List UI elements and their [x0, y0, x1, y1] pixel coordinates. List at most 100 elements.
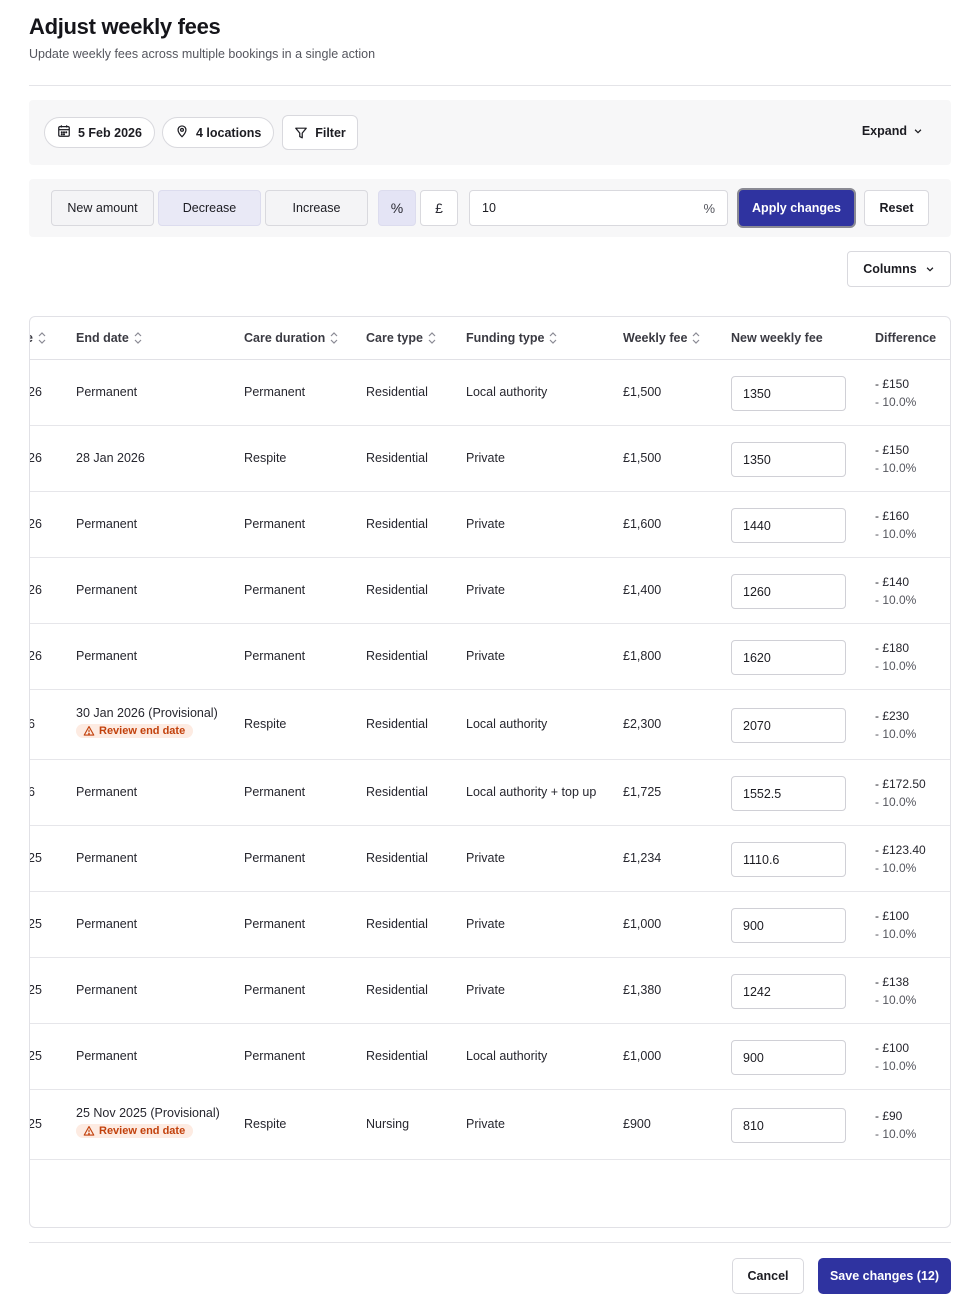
cell-care-type: Residential — [366, 1049, 428, 1063]
new-weekly-fee-input[interactable]: 900 — [731, 1040, 846, 1075]
adjust-amount-input[interactable]: 10 % — [469, 190, 728, 226]
cell-difference: - £140 - 10.0% — [875, 573, 916, 609]
difference-percent: - 10.0% — [875, 727, 917, 741]
mode-increase-button[interactable]: Increase — [265, 190, 368, 226]
sort-icon — [330, 332, 338, 344]
new-weekly-fee-input[interactable]: 1350 — [731, 376, 846, 411]
cell-partial-date: 25 — [29, 983, 42, 997]
difference-amount: - £172.50 — [875, 777, 926, 791]
locations-label: 4 locations — [196, 125, 262, 140]
cell-weekly-fee: £1,500 — [623, 451, 662, 465]
locations-pill[interactable]: 4 locations — [162, 117, 275, 148]
save-changes-button[interactable]: Save changes (12) — [818, 1258, 951, 1294]
new-weekly-fee-input[interactable]: 1552.5 — [731, 776, 846, 811]
table-row: 25 Permanent Permanent Residential Private £1… — [30, 826, 950, 892]
cell-funding-type: Private — [466, 983, 505, 997]
sort-icon — [550, 332, 557, 344]
mode-new-amount-button[interactable]: New amount — [51, 190, 154, 226]
difference-percent: - 10.0% — [875, 395, 917, 409]
column-header-funding-type[interactable]: Funding type — [466, 331, 557, 345]
column-header-care-type[interactable]: Care type — [366, 331, 436, 345]
top-divider — [29, 85, 951, 86]
amount-value: 10 — [482, 201, 496, 215]
cell-funding-type: Private — [466, 451, 505, 465]
cell-partial-date: 25 — [29, 1117, 42, 1131]
mode-decrease-button[interactable]: Decrease — [158, 190, 261, 226]
difference-percent: - 10.0% — [875, 861, 917, 875]
sort-icon — [38, 332, 46, 344]
cell-partial-date: 26 — [29, 583, 42, 597]
new-weekly-fee-input[interactable]: 1242 — [731, 974, 846, 1009]
expand-button[interactable]: Expand — [862, 124, 923, 138]
new-weekly-fee-value: 1242 — [743, 984, 771, 999]
difference-amount: - £150 — [875, 443, 910, 457]
cell-end-date: Permanent — [76, 517, 138, 531]
column-header-end-date[interactable]: End date — [76, 331, 142, 345]
cell-funding-type: Local authority — [466, 717, 548, 731]
cell-funding-type: Private — [466, 583, 505, 597]
cell-end-date: Permanent — [76, 649, 138, 663]
cell-care-type: Residential — [366, 917, 428, 931]
new-weekly-fee-value: 1110.6 — [743, 852, 780, 867]
cell-funding-type: Private — [466, 1117, 505, 1131]
difference-percent: - 10.0% — [875, 993, 917, 1007]
cell-partial-date: 25 — [29, 917, 42, 931]
cell-end-date: 28 Jan 2026 — [76, 451, 145, 465]
cell-weekly-fee: £1,000 — [623, 917, 662, 931]
new-weekly-fee-value: 2070 — [743, 718, 771, 733]
column-header-difference: Difference — [875, 331, 936, 345]
review-badge-label: Review end date — [99, 725, 186, 737]
unit-percent-button[interactable]: % — [378, 190, 416, 226]
fees-table: e End date Care duration Care type Fundi… — [29, 316, 951, 1228]
new-weekly-fee-value: 900 — [743, 918, 764, 933]
cell-partial-date: 26 — [29, 451, 42, 465]
cell-care-duration: Permanent — [244, 785, 306, 799]
chevron-down-icon — [925, 264, 935, 274]
cell-care-type: Nursing — [366, 1117, 410, 1131]
date-pill[interactable]: 5 Feb 2026 — [44, 117, 155, 148]
cell-weekly-fee: £1,500 — [623, 385, 662, 399]
new-weekly-fee-input[interactable]: 900 — [731, 908, 846, 943]
new-weekly-fee-input[interactable]: 1110.6 — [731, 842, 846, 877]
difference-percent: - 10.0% — [875, 795, 917, 809]
apply-changes-button[interactable]: Apply changes — [737, 188, 856, 228]
cell-care-duration: Permanent — [244, 385, 306, 399]
new-weekly-fee-input[interactable]: 810 — [731, 1108, 846, 1143]
column-header-weekly-fee-label: Weekly fee — [623, 331, 688, 345]
new-weekly-fee-input[interactable]: 1350 — [731, 442, 846, 477]
new-weekly-fee-input[interactable]: 1440 — [731, 508, 846, 543]
new-weekly-fee-input[interactable]: 1260 — [731, 574, 846, 609]
new-weekly-fee-input[interactable]: 1620 — [731, 640, 846, 675]
column-header-partial[interactable]: e — [30, 331, 46, 345]
difference-percent: - 10.0% — [875, 1127, 917, 1141]
calendar-icon — [57, 124, 71, 141]
cancel-button[interactable]: Cancel — [732, 1258, 804, 1294]
end-date-text: 30 Jan 2026 (Provisional) — [76, 706, 218, 720]
new-weekly-fee-value: 1620 — [743, 650, 771, 665]
column-header-care-duration[interactable]: Care duration — [244, 331, 338, 345]
table-header: e End date Care duration Care type Fundi… — [30, 317, 950, 360]
cell-end-date: Permanent — [76, 583, 138, 597]
page-subtitle: Update weekly fees across multiple booki… — [29, 47, 376, 61]
unit-pound-button[interactable]: £ — [420, 190, 458, 226]
review-badge-label: Review end date — [99, 1125, 186, 1137]
cell-funding-type: Local authority — [466, 385, 548, 399]
column-header-difference-label: Difference — [875, 331, 937, 345]
reset-button[interactable]: Reset — [864, 190, 929, 226]
new-weekly-fee-input[interactable]: 2070 — [731, 708, 846, 743]
cell-care-type: Residential — [366, 385, 428, 399]
cell-difference: - £90 - 10.0% — [875, 1107, 916, 1143]
table-row: 6 30 Jan 2026 (Provisional) Review end dat… — [30, 690, 950, 760]
cell-care-type: Residential — [366, 851, 428, 865]
difference-amount: - £100 — [875, 1041, 910, 1055]
cell-funding-type: Private — [466, 649, 505, 663]
difference-percent: - 10.0% — [875, 659, 917, 673]
columns-button[interactable]: Columns — [847, 251, 951, 287]
cell-difference: - £150 - 10.0% — [875, 375, 916, 411]
filter-button[interactable]: Filter — [282, 115, 358, 150]
cell-care-duration: Permanent — [244, 649, 306, 663]
cell-weekly-fee: £1,000 — [623, 1049, 662, 1063]
cell-care-duration: Permanent — [244, 983, 306, 997]
column-header-weekly-fee[interactable]: Weekly fee — [623, 331, 700, 345]
cell-weekly-fee: £1,725 — [623, 785, 662, 799]
